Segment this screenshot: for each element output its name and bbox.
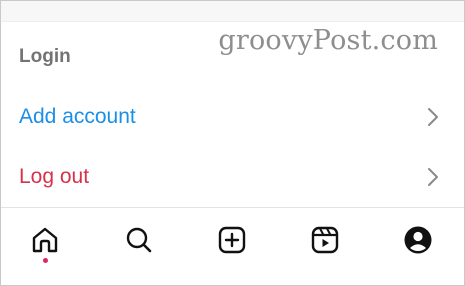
reels-icon [311,226,339,254]
active-tab-indicator [43,258,48,263]
log-out-label: Log out [19,165,90,188]
settings-screen: groovyPost.com Login Add account Log out [0,0,465,286]
watermark: groovyPost.com [218,25,438,56]
add-account-label: Add account [19,105,136,128]
section-title-login: Login [19,46,71,67]
profile-icon [404,226,432,254]
tab-search[interactable] [119,220,159,260]
search-icon [126,227,152,253]
tab-create[interactable] [212,220,252,260]
add-account-row[interactable]: Add account [1,97,464,137]
chevron-right-icon [428,108,438,126]
chevron-right-icon [428,168,438,186]
tab-reels[interactable] [305,220,345,260]
log-out-row[interactable]: Log out [1,157,464,197]
bottom-tab-bar [1,208,464,285]
tab-home[interactable] [25,220,65,260]
previous-section-edge [1,1,464,22]
create-plus-icon [218,226,246,254]
tab-profile[interactable] [398,220,438,260]
home-icon [32,227,58,253]
